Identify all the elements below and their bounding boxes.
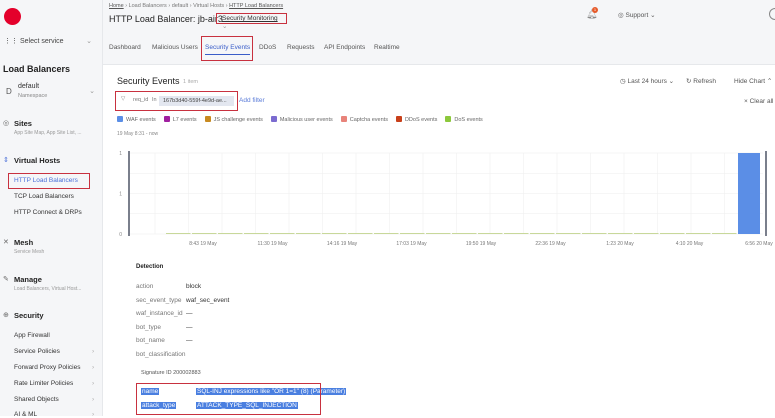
bar-zero — [426, 233, 451, 234]
events-chart: 1 1 0 8:43 19 May 11:30 19 May 14:16 19 May 17… — [119, 151, 773, 247]
bar-zero — [244, 233, 269, 234]
bar-zero — [218, 233, 243, 234]
sidebar-item-app-firewall[interactable]: App Firewall — [14, 332, 50, 339]
bar-zero — [400, 233, 425, 234]
detection-value: — — [186, 323, 193, 331]
detection-title: Detection — [136, 264, 164, 270]
shield-icon: ⊕ — [3, 312, 9, 319]
sidebar-item-rate-limiter-policies[interactable]: Rate Limiter Policies › — [14, 380, 94, 387]
bar-zero — [270, 233, 295, 234]
x-tick-label: 4:10 20 May — [676, 241, 704, 247]
detection-key: bot_name — [136, 337, 165, 344]
y-tick-label: 0 — [119, 232, 122, 238]
x-tick-label: 1:23 20 May — [606, 241, 634, 247]
bar-zero — [608, 233, 633, 234]
x-tick-label: 22:36 19 May — [535, 241, 566, 247]
detection-key: sec_event_type — [136, 296, 182, 304]
chevron-right-icon: › — [92, 348, 95, 355]
sidebar-item-shared-objects[interactable]: Shared Objects › — [14, 396, 94, 403]
chevron-right-icon: › — [92, 364, 95, 371]
bar-zero — [634, 233, 659, 234]
bar-zero — [452, 233, 477, 234]
bar-zero — [296, 233, 321, 234]
bar-zero — [504, 233, 529, 234]
sidebar-item-service-policies[interactable]: Service Policies › — [14, 348, 94, 355]
bar-zero — [660, 233, 685, 234]
bar-zero — [322, 233, 347, 234]
x-tick-label: 19:50 19 May — [466, 241, 497, 247]
chevron-right-icon: › — [92, 411, 95, 418]
x-tick-label: 17:03 19 May — [396, 241, 427, 247]
detection-value: waf_sec_event — [186, 296, 230, 304]
bar-zero — [478, 233, 503, 234]
detection-key: action — [136, 283, 154, 290]
bar-zero — [530, 233, 555, 234]
brush-handle-left — [128, 151, 130, 236]
y-tick-label: 1 — [119, 151, 122, 157]
x-tick-label: 14:16 19 May — [327, 241, 358, 247]
chevron-right-icon: › — [92, 380, 95, 387]
bar-zero — [686, 233, 711, 234]
detection-value: — — [186, 310, 193, 317]
detection-key: bot_classification — [136, 350, 186, 358]
bar-zero — [374, 233, 399, 234]
bar-zero — [192, 233, 217, 234]
x-tick-label: 11:30 19 May — [258, 241, 288, 247]
signature-id: Signature ID 200002883 — [141, 370, 201, 376]
x-tick-label: 8:43 19 May — [189, 241, 217, 247]
detection-key: waf_instance_id — [136, 310, 183, 317]
brush-handle-right — [765, 151, 767, 236]
y-tick-label: 1 — [119, 192, 122, 198]
sidebar-item-forward-proxy-policies[interactable]: Forward Proxy Policies › — [14, 364, 94, 371]
detection-value: — — [186, 337, 193, 344]
bar-zero — [556, 233, 581, 234]
bar-zero — [582, 233, 607, 234]
highlight-box — [136, 383, 321, 415]
bar-zero — [712, 233, 737, 234]
detection-value: block — [186, 283, 202, 290]
bar-zero — [348, 233, 373, 234]
wrench-icon: ✎ — [3, 276, 9, 283]
sidebar-item-ai-ml[interactable]: AI & ML › — [14, 411, 94, 418]
chevron-right-icon: › — [92, 396, 95, 403]
bar — [738, 153, 760, 234]
x-tick-label: 6:56 20 May — [745, 241, 773, 247]
detection-key: bot_type — [136, 323, 161, 331]
bar-zero — [166, 233, 191, 234]
